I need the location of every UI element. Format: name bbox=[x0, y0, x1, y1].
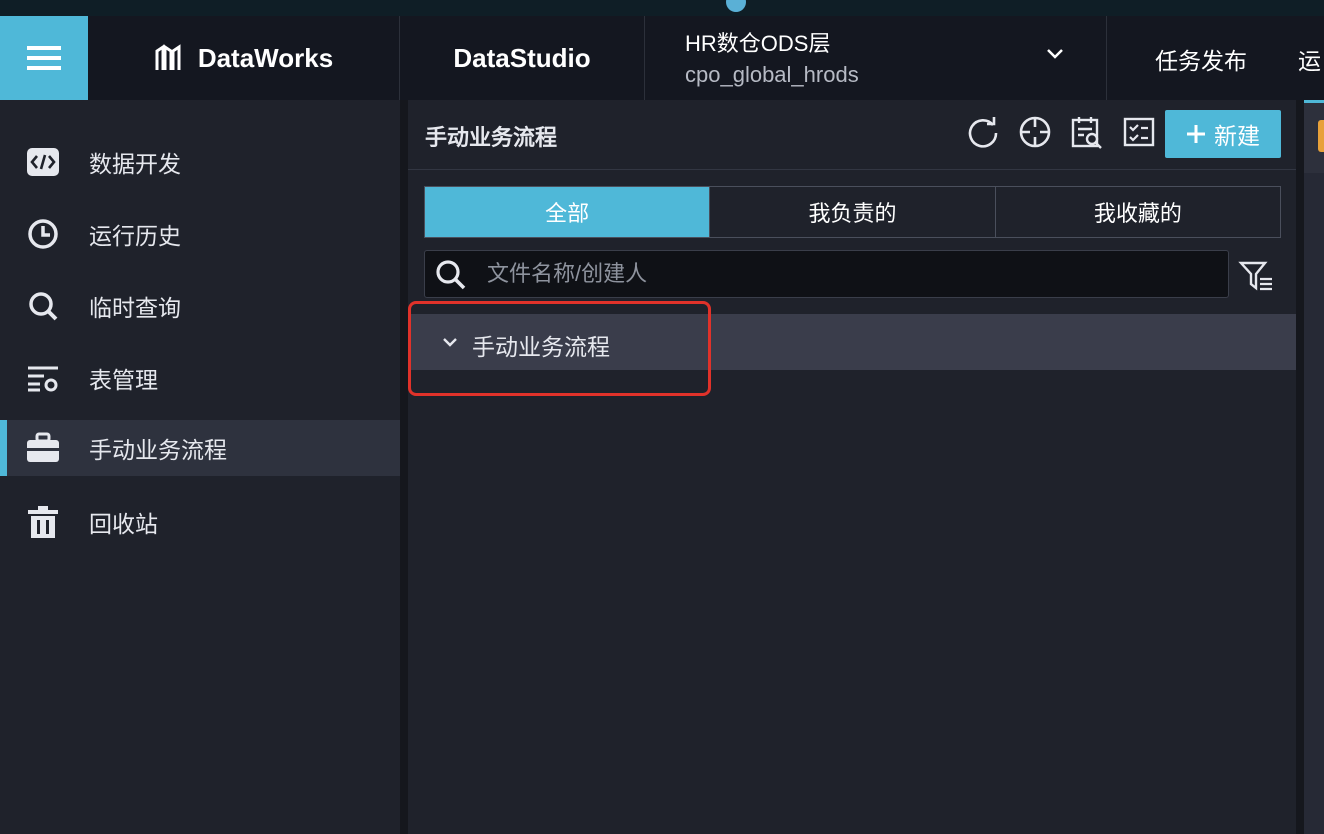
sidebar: 数据开发 运行历史 临时查询 表管理 手动业务流程 回收站 bbox=[0, 100, 400, 834]
search-icon bbox=[26, 289, 60, 323]
sidebar-item-data-dev[interactable]: 数据开发 bbox=[0, 134, 400, 190]
code-icon bbox=[26, 145, 60, 179]
module-datastudio[interactable]: DataStudio bbox=[400, 16, 645, 100]
search-box bbox=[424, 250, 1229, 298]
filter-icon bbox=[1238, 261, 1272, 291]
clock-icon bbox=[26, 217, 60, 251]
top-strip bbox=[0, 0, 1324, 16]
brand-name: DataWorks bbox=[197, 42, 334, 73]
search-input[interactable] bbox=[487, 259, 1207, 289]
panel-header: 手动业务流程 新建 bbox=[408, 100, 1296, 170]
tree-node-manual-workflow[interactable]: 手动业务流程 bbox=[408, 314, 1296, 370]
tab-favorites[interactable]: 我收藏的 bbox=[996, 187, 1280, 237]
locate-icon bbox=[1019, 116, 1051, 148]
filter-tabs: 全部 我负责的 我收藏的 bbox=[424, 186, 1281, 238]
panel-gutter[interactable] bbox=[400, 100, 408, 834]
batch-select-button[interactable] bbox=[1121, 114, 1157, 150]
plus-icon bbox=[1187, 125, 1205, 143]
sidebar-item-table-manage[interactable]: 表管理 bbox=[0, 350, 400, 406]
sidebar-item-temp-query[interactable]: 临时查询 bbox=[0, 278, 400, 334]
sidebar-item-label: 运行历史 bbox=[89, 223, 181, 249]
tab-all[interactable]: 全部 bbox=[425, 187, 711, 237]
project-namespace: cpo_global_hrods bbox=[685, 62, 859, 87]
chevron-down-icon bbox=[1047, 49, 1063, 59]
document-search-icon bbox=[1071, 117, 1102, 149]
sidebar-item-label: 数据开发 bbox=[89, 151, 181, 177]
search-icon bbox=[436, 260, 466, 290]
sidebar-item-label: 回收站 bbox=[89, 511, 158, 537]
panel-title: 手动业务流程 bbox=[425, 125, 558, 150]
status-dot bbox=[726, 0, 746, 12]
menu-button[interactable] bbox=[0, 16, 88, 100]
sidebar-item-label: 手动业务流程 bbox=[89, 437, 227, 463]
right-divider[interactable] bbox=[1296, 100, 1304, 834]
brand[interactable]: DataWorks bbox=[88, 16, 400, 100]
task-publish-link[interactable]: 任务发布 bbox=[1155, 42, 1247, 76]
table-manage-icon bbox=[26, 361, 60, 395]
sidebar-item-run-history[interactable]: 运行历史 bbox=[0, 206, 400, 262]
editor-tab-marker[interactable] bbox=[1318, 120, 1324, 152]
ops-link[interactable]: 运 bbox=[1298, 42, 1321, 76]
hamburger-icon bbox=[27, 46, 61, 70]
editor-area-edge bbox=[1304, 100, 1324, 834]
sidebar-item-recycle-bin[interactable]: 回收站 bbox=[0, 494, 400, 550]
refresh-icon bbox=[968, 117, 998, 148]
refresh-button[interactable] bbox=[965, 114, 1001, 150]
tree-node-label: 手动业务流程 bbox=[472, 334, 610, 360]
filter-button[interactable] bbox=[1238, 258, 1274, 294]
sidebar-item-label: 临时查询 bbox=[89, 295, 181, 321]
checklist-icon bbox=[1123, 117, 1155, 147]
new-button-label: 新建 bbox=[1214, 123, 1260, 149]
module-label: DataStudio bbox=[453, 42, 591, 73]
trash-icon bbox=[26, 505, 60, 539]
project-selector[interactable]: HR数仓ODS层 cpo_global_hrods bbox=[645, 16, 1107, 100]
sidebar-item-label: 表管理 bbox=[89, 367, 158, 393]
locate-button[interactable] bbox=[1017, 114, 1053, 150]
top-navbar: DataWorks DataStudio HR数仓ODS层 cpo_global… bbox=[0, 16, 1324, 100]
tab-mine[interactable]: 我负责的 bbox=[710, 187, 996, 237]
search-code-button[interactable] bbox=[1069, 114, 1105, 150]
dataworks-logo-icon bbox=[155, 44, 181, 70]
briefcase-icon bbox=[26, 431, 60, 465]
chevron-down-icon bbox=[443, 338, 457, 347]
project-name: HR数仓ODS层 bbox=[685, 31, 831, 56]
workflow-panel: 手动业务流程 新建 全部 我负责的 我收藏的 手动业务流程 bbox=[408, 100, 1296, 834]
new-button[interactable]: 新建 bbox=[1165, 110, 1281, 158]
sidebar-item-manual-workflow[interactable]: 手动业务流程 bbox=[0, 420, 400, 476]
